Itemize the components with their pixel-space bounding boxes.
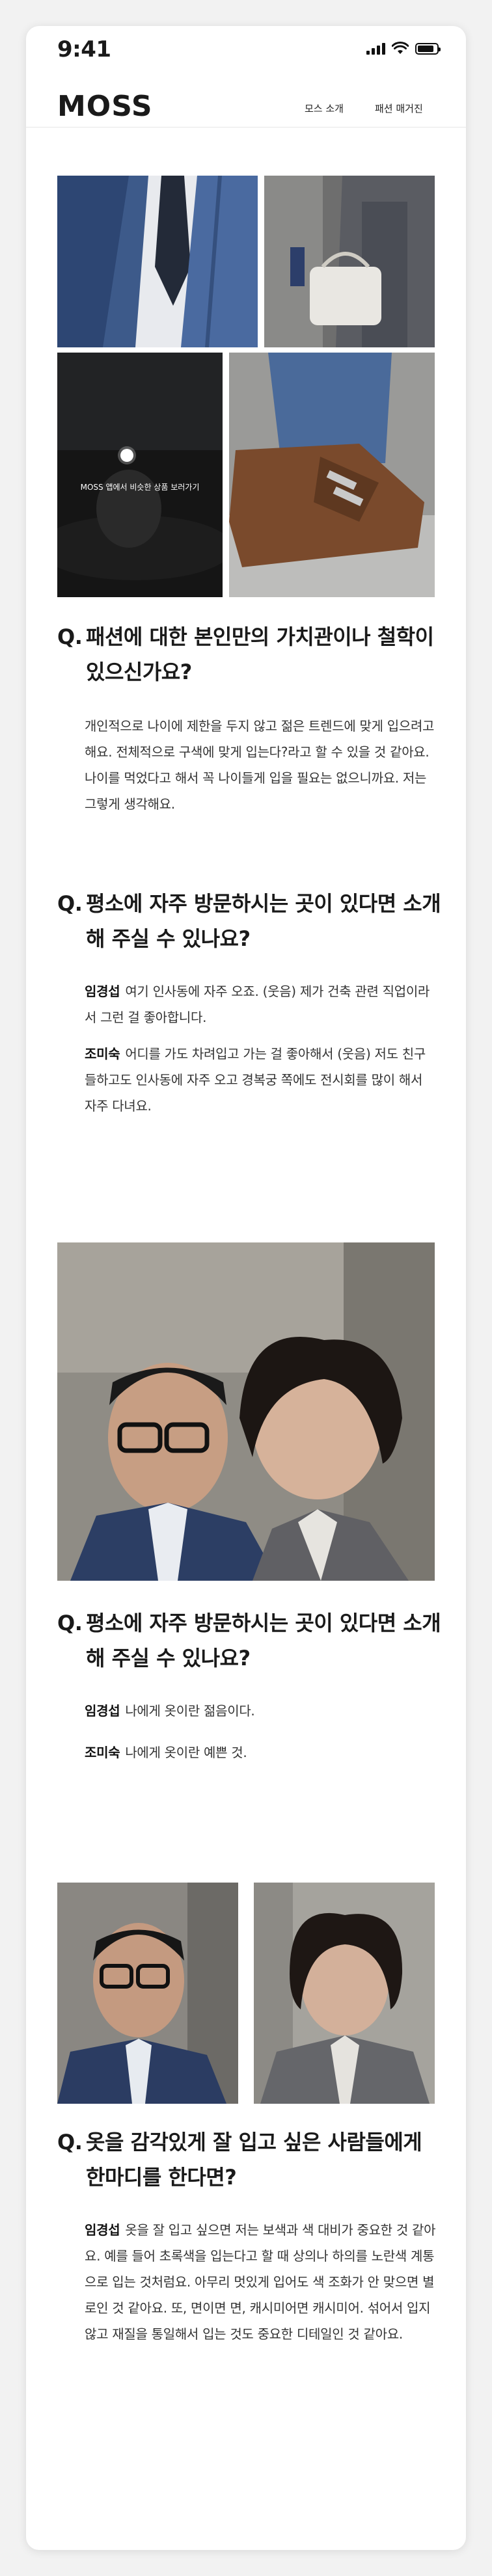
speaker-name: 조미숙: [85, 1046, 120, 1062]
photo-handbag: [264, 176, 435, 347]
top-navigation: MOSS 모스 소개 패션 매거진: [26, 78, 466, 127]
question-heading: Q. 평소에 자주 방문하시는 곳이 있다면 소개해 주실 수 있나요?: [57, 1605, 441, 1676]
question-heading: Q. 평소에 자주 방문하시는 곳이 있다면 소개해 주실 수 있나요?: [57, 886, 441, 956]
photo-couple-portrait: [57, 1242, 435, 1581]
nav-link-magazine[interactable]: 패션 매거진: [375, 101, 423, 115]
status-time: 9:41: [57, 36, 111, 62]
answer-block: 임경섭 여기 인사동에 자주 오죠. (웃음) 제가 건축 관련 직업이라서 그런…: [85, 978, 436, 1129]
question-mark-label: Q.: [57, 2130, 83, 2154]
product-pin-dot[interactable]: [120, 449, 133, 462]
question-mark-label: Q.: [57, 891, 83, 916]
question-heading: Q. 패션에 대한 본인만의 가치관이나 철학이 있으신가요?: [57, 619, 441, 690]
speaker-name: 조미숙: [85, 1745, 120, 1760]
answer-block: 임경섭 나에게 옷이란 젊음이다. 조미숙 나에게 옷이란 예쁜 것.: [85, 1698, 436, 1776]
wifi-icon: [392, 42, 409, 54]
answer-block: 개인적으로 나이에 제한을 두지 않고 젊은 트렌드에 맞게 입으려고 해요. …: [85, 713, 436, 827]
answer-text: 나에게 옷이란 젊음이다.: [125, 1703, 255, 1719]
photo-woman-portrait: [254, 1883, 435, 2104]
nav-link-about[interactable]: 모스 소개: [305, 101, 344, 115]
battery-icon: [415, 43, 441, 55]
photo-man-portrait: [57, 1883, 238, 2104]
cellular-signal-icon: [366, 43, 385, 55]
moss-logo[interactable]: MOSS: [57, 90, 153, 123]
photo-dark-shoe: MOSS 앱에서 비슷한 상품 보러가기: [57, 353, 223, 597]
speaker-name: 임경섭: [85, 1703, 120, 1719]
status-icons: [366, 42, 441, 55]
question-mark-label: Q.: [57, 624, 83, 649]
question-heading: Q. 옷을 감각있게 잘 입고 싶은 사람들에게 한마디를 한다면?: [57, 2125, 441, 2195]
status-bar: 9:41: [26, 26, 466, 65]
answer-block: 임경섭 옷을 잘 입고 싶으면 저는 보색과 색 대비가 중요한 것 같아요. 예…: [85, 2217, 436, 2357]
answer-text: 개인적으로 나이에 제한을 두지 않고 젊은 트렌드에 맞게 입으려고 해요. …: [85, 718, 435, 812]
question-mark-label: Q.: [57, 1611, 83, 1635]
phone-frame: 9:41 MOSS 모스 소개 패션 매거진 MOSS 앱에서 비슷한 상품 보…: [26, 26, 466, 2550]
product-pin-label[interactable]: MOSS 앱에서 비슷한 상품 보러가기: [57, 481, 223, 492]
speaker-name: 임경섭: [85, 2222, 120, 2238]
photo-suit-closeup: [57, 176, 258, 347]
answer-text: 여기 인사동에 자주 오죠. (웃음) 제가 건축 관련 직업이라서 그런 걸 …: [85, 984, 430, 1025]
speaker-name: 임경섭: [85, 984, 120, 999]
answer-text: 옷을 잘 입고 싶으면 저는 보색과 색 대비가 중요한 것 같아요. 예를 들…: [85, 2222, 436, 2342]
photo-brown-monk-shoe: [229, 353, 435, 597]
answer-text: 어디를 가도 차려입고 가는 걸 좋아해서 (웃음) 저도 친구들하고도 인사동…: [85, 1046, 426, 1114]
answer-text: 나에게 옷이란 예쁜 것.: [125, 1745, 247, 1760]
